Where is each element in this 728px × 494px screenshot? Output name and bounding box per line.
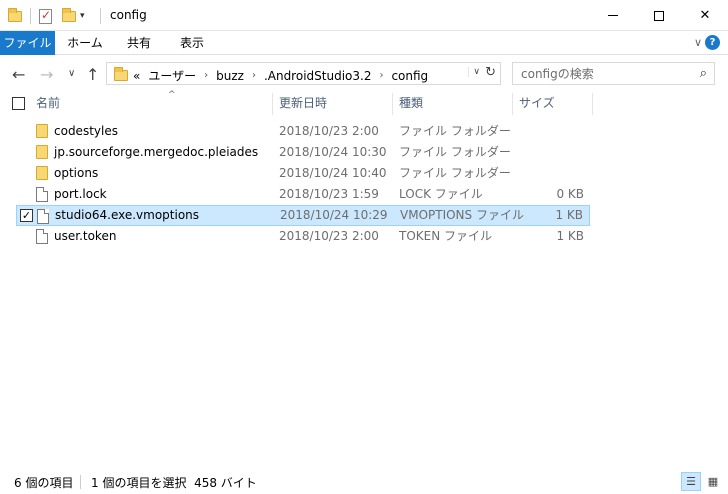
list-item[interactable]: port.lock 2018/10/23 1:59 LOCK ファイル 0 KB — [16, 184, 590, 205]
tab-share[interactable]: 共有 — [114, 31, 164, 55]
file-icon — [36, 187, 48, 202]
file-size: 1 KB — [555, 208, 583, 222]
file-type: ファイル フォルダー — [399, 166, 511, 180]
new-folder-icon[interactable] — [62, 7, 76, 22]
breadcrumb-item-buzz[interactable]: buzz — [216, 69, 244, 83]
item-count: 6 個の項目 — [14, 476, 74, 490]
customize-toolbar-chevron-icon[interactable]: ▾ — [80, 11, 85, 21]
address-bar[interactable]: « ユーザー › buzz › .AndroidStudio3.2 › conf… — [106, 62, 501, 85]
title-divider — [100, 8, 101, 24]
column-headers: 名前 ^ 更新日時 種類 サイズ — [0, 90, 728, 115]
select-all-checkbox[interactable] — [12, 97, 25, 110]
column-header-name-label: 名前 — [36, 96, 61, 110]
file-type: ファイル フォルダー — [399, 145, 511, 159]
column-header-size[interactable]: サイズ — [513, 93, 593, 115]
quick-access-toolbar: ▾ — [8, 7, 85, 24]
up-button[interactable]: ↑ — [86, 65, 99, 84]
file-name: user.token — [54, 229, 117, 243]
large-icons-view-button[interactable]: ▦ — [703, 472, 723, 491]
list-item[interactable]: user.token 2018/10/23 2:00 TOKEN ファイル 1 … — [16, 226, 590, 247]
help-icon[interactable]: ? — [705, 35, 720, 50]
file-icon — [36, 229, 48, 244]
list-item[interactable]: options 2018/10/24 10:40 ファイル フォルダー — [16, 163, 590, 184]
status-bar: 6 個の項目 1 個の項目を選択 458 バイト ☰ ▦ — [0, 470, 728, 494]
list-item[interactable]: codestyles 2018/10/23 2:00 ファイル フォルダー — [16, 121, 590, 142]
maximize-button[interactable] — [636, 0, 682, 31]
file-date: 2018/10/24 10:40 — [279, 166, 387, 180]
row-checkbox[interactable]: ✓ — [20, 209, 33, 222]
address-folder-icon — [114, 67, 128, 81]
ribbon-tabs: ファイル ホーム 共有 表示 ∨ ? — [0, 31, 728, 55]
file-icon — [37, 209, 49, 224]
file-name: options — [54, 166, 99, 180]
column-header-name[interactable]: 名前 ^ — [30, 90, 273, 115]
close-icon: ✕ — [699, 8, 711, 23]
recent-locations-chevron-icon[interactable]: ∨ — [68, 68, 75, 79]
file-size: 0 KB — [556, 187, 584, 201]
minimize-icon — [608, 15, 618, 16]
details-view-button[interactable]: ☰ — [681, 472, 701, 491]
column-header-type[interactable]: 種類 — [393, 93, 513, 115]
navigation-bar: ← → ∨ ↑ « ユーザー › buzz › .AndroidStudio3.… — [0, 55, 728, 93]
breadcrumb: « ユーザー › buzz › .AndroidStudio3.2 › conf… — [133, 67, 428, 84]
breadcrumb-item-users[interactable]: ユーザー — [148, 67, 196, 84]
forward-button[interactable]: → — [40, 65, 53, 84]
breadcrumb-separator-icon[interactable]: › — [379, 70, 383, 81]
expand-ribbon-chevron-icon[interactable]: ∨ — [694, 36, 702, 49]
file-date: 2018/10/23 2:00 — [279, 124, 379, 138]
search-icon[interactable]: ⌕ — [700, 66, 707, 81]
address-dropdown-chevron-icon[interactable]: ∨ — [468, 67, 480, 77]
title-bar: ▾ config ✕ — [0, 0, 728, 31]
file-date: 2018/10/23 2:00 — [279, 229, 379, 243]
file-date: 2018/10/24 10:29 — [280, 208, 388, 222]
column-header-date[interactable]: 更新日時 — [273, 93, 393, 115]
breadcrumb-separator-icon[interactable]: › — [252, 70, 256, 81]
file-name: studio64.exe.vmoptions — [55, 208, 200, 222]
window-title: config — [110, 8, 147, 22]
maximize-icon — [654, 10, 664, 21]
folder-icon — [36, 166, 48, 180]
file-size: 1 KB — [556, 229, 584, 243]
toolbar-divider — [30, 8, 31, 24]
tab-file[interactable]: ファイル — [0, 31, 55, 55]
file-type: LOCK ファイル — [399, 187, 483, 201]
file-type: TOKEN ファイル — [399, 229, 493, 243]
close-button[interactable]: ✕ — [682, 0, 728, 31]
minimize-button[interactable] — [590, 0, 636, 31]
folder-icon — [36, 124, 48, 138]
list-item-selected[interactable]: ✓ studio64.exe.vmoptions 2018/10/24 10:2… — [16, 205, 590, 226]
sort-ascending-icon: ^ — [168, 90, 176, 100]
properties-icon[interactable] — [39, 8, 52, 24]
refresh-icon[interactable]: ↻ — [485, 65, 496, 80]
breadcrumb-overflow[interactable]: « — [133, 69, 140, 83]
file-date: 2018/10/23 1:59 — [279, 187, 379, 201]
status-divider — [80, 475, 81, 489]
file-date: 2018/10/24 10:30 — [279, 145, 387, 159]
tab-view[interactable]: 表示 — [166, 31, 218, 55]
file-name: codestyles — [54, 124, 118, 138]
breadcrumb-item-config[interactable]: config — [391, 69, 428, 83]
list-item[interactable]: jp.sourceforge.mergedoc.pleiades 2018/10… — [16, 142, 590, 163]
folder-icon — [8, 7, 22, 22]
file-name: port.lock — [54, 187, 107, 201]
breadcrumb-separator-icon[interactable]: › — [204, 70, 208, 81]
file-name: jp.sourceforge.mergedoc.pleiades — [54, 145, 259, 159]
search-input[interactable] — [513, 63, 683, 84]
file-type: VMOPTIONS ファイル — [400, 208, 524, 222]
search-box[interactable]: ⌕ — [512, 62, 715, 85]
selection-info: 1 個の項目を選択 458 バイト — [91, 476, 257, 490]
tab-home[interactable]: ホーム — [58, 31, 112, 55]
file-type: ファイル フォルダー — [399, 124, 511, 138]
back-button[interactable]: ← — [12, 65, 25, 84]
folder-icon — [36, 145, 48, 159]
breadcrumb-item-androidstudio[interactable]: .AndroidStudio3.2 — [264, 69, 372, 83]
